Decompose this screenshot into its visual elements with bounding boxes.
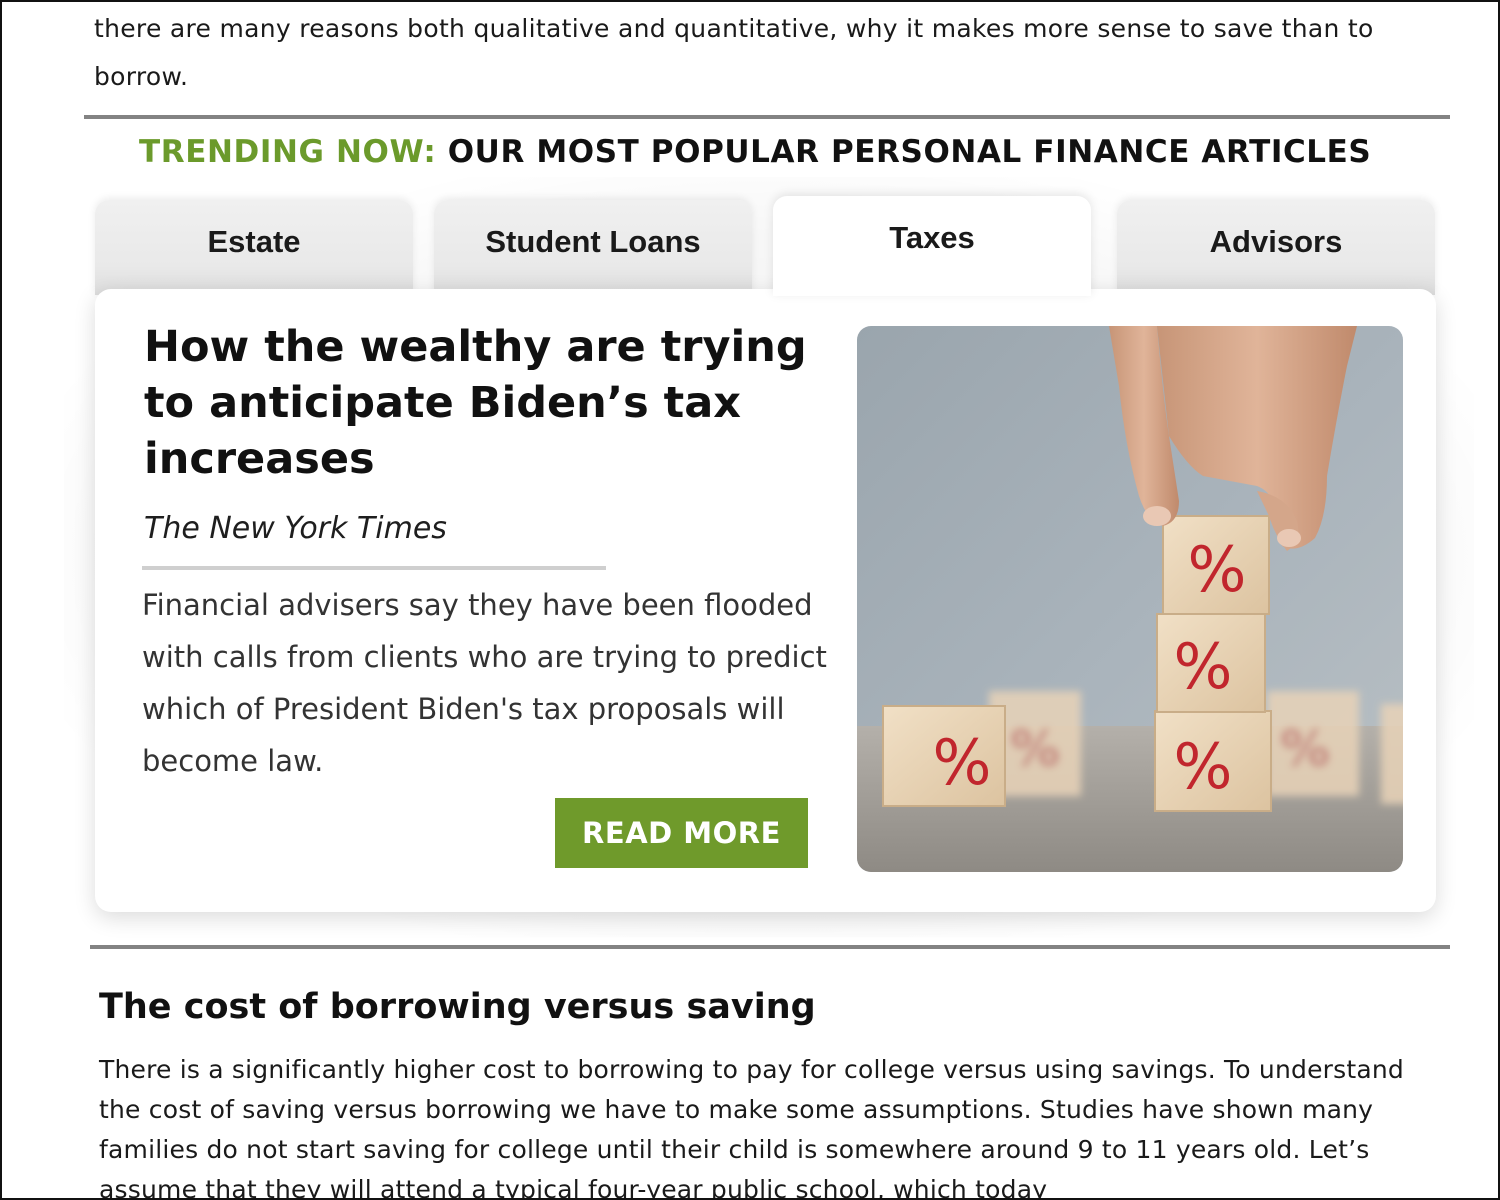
section-title: The cost of borrowing versus saving [99,987,816,1027]
trending-heading: TRENDING NOW: OUR MOST POPULAR PERSONAL … [139,134,1371,170]
article-card: How the wealthy are trying to anticipate… [95,289,1436,912]
page: there are many reasons both qualitative … [0,0,1500,1200]
tab-student-loans[interactable]: Student Loans [434,200,752,295]
source-divider [142,566,606,570]
tab-advisors[interactable]: Advisors [1117,200,1435,295]
article-headline[interactable]: How the wealthy are trying to anticipate… [144,319,824,487]
block-top-symbol: % [1188,533,1247,606]
tab-taxes[interactable]: Taxes [773,196,1091,296]
intro-paragraph: there are many reasons both qualitative … [94,14,1374,91]
article-summary: Financial advisers say they have been fl… [142,588,827,778]
block-bottom-symbol: % [1174,730,1233,803]
block-bg-left-symbol: % [1010,720,1060,778]
tab-estate[interactable]: Estate [95,200,413,295]
block-middle-symbol: % [1174,630,1233,703]
section-body: There is a significantly higher cost to … [99,1055,1405,1200]
block-front-symbol: % [933,726,992,799]
top-divider [84,115,1450,119]
trending-title: OUR MOST POPULAR PERSONAL FINANCE ARTICL… [447,134,1372,170]
percent-blocks-image[interactable]: % % % % % % [857,326,1403,872]
trending-prefix: TRENDING NOW: [139,134,437,170]
article-source: The New York Times [144,511,447,546]
read-more-button[interactable]: READ MORE [555,798,808,868]
block-bg-right-symbol: % [1280,720,1330,778]
bottom-divider [90,945,1450,949]
